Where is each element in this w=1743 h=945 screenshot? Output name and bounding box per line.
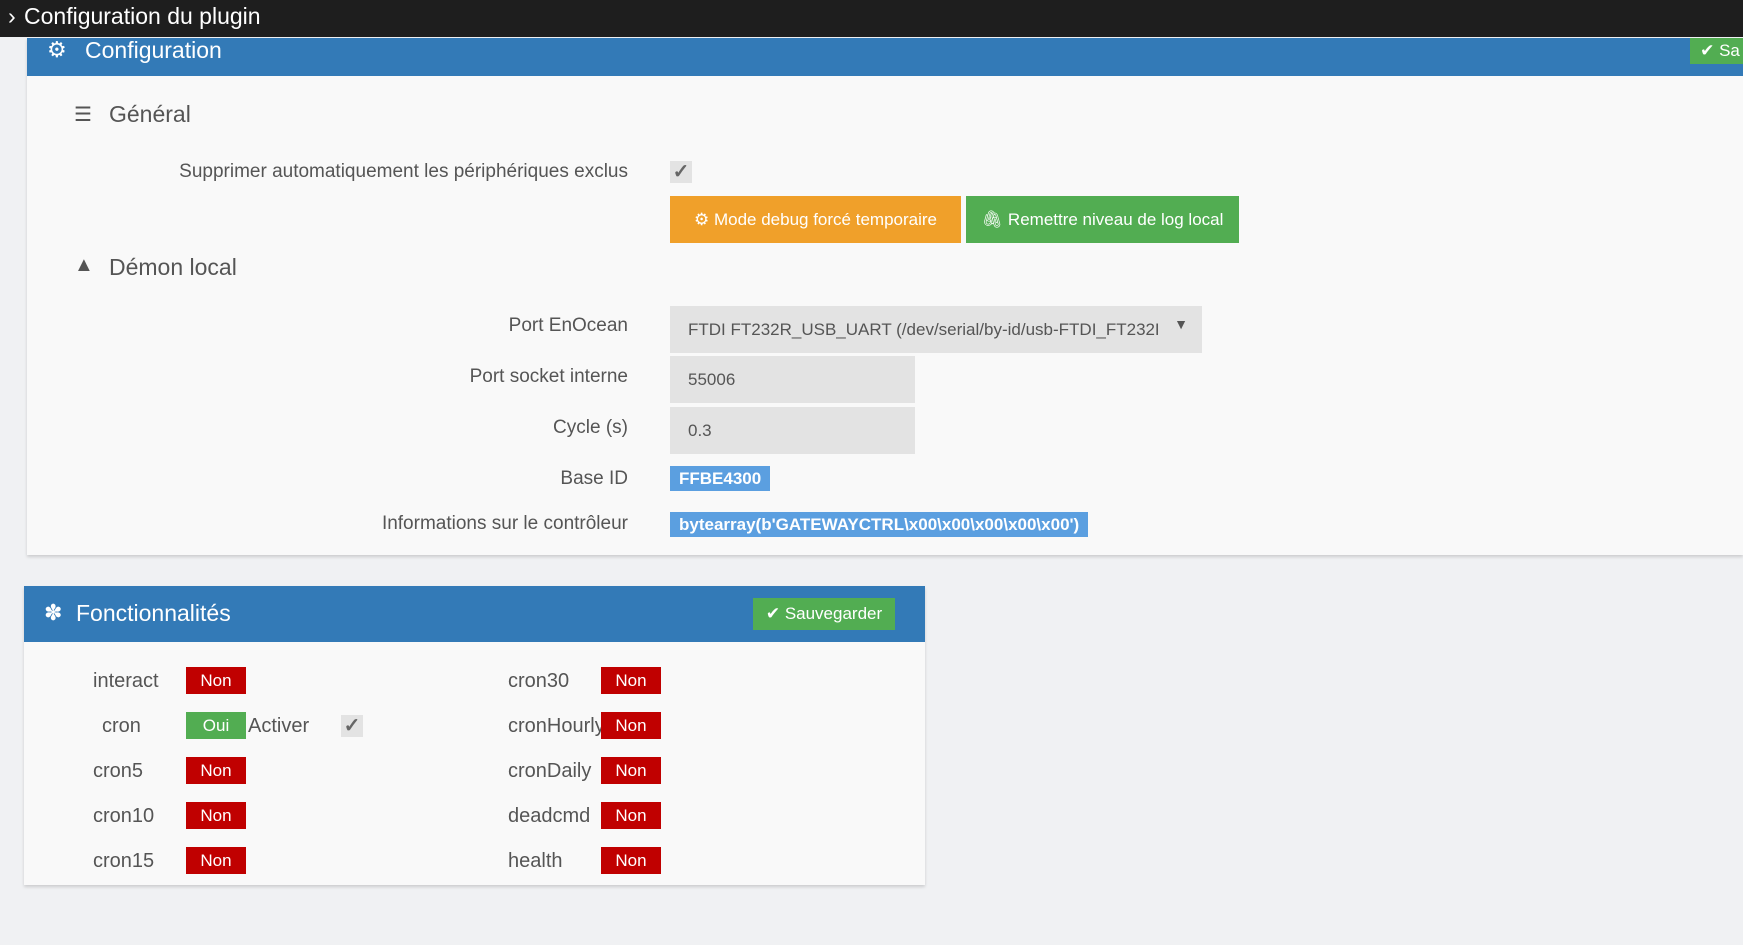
feature-label-deadcmd: deadcmd — [508, 805, 591, 827]
feature-status-badge-cronDaily: Non — [601, 757, 661, 784]
feature-status-badge-cron15: Non — [186, 847, 246, 874]
section-general-title: Général — [109, 101, 191, 127]
feature-label-cronHourly: cronHourly — [508, 715, 601, 737]
cycle-label: Cycle (s) — [553, 417, 628, 438]
base-id-label: Base ID — [560, 468, 628, 489]
auto-remove-checkbox[interactable]: ✓ — [670, 161, 692, 183]
feature-status-badge-cron: Oui — [186, 712, 246, 739]
puzzle-icon: ✽ — [44, 600, 63, 625]
feature-label-health: health — [508, 850, 563, 872]
feature-label-cron10: cron10 — [93, 805, 155, 827]
feature-label-cron: cron — [102, 715, 141, 737]
cogs-icon: ⚙ — [47, 37, 67, 62]
controller-info-value: bytearray(b'GATEWAYCTRL\x00\x00\x00\x00\… — [670, 512, 1089, 537]
feature-status-badge-cron10: Non — [186, 802, 246, 829]
feature-label-cron30: cron30 — [508, 670, 570, 692]
save-button[interactable]: ✔ Sauvegarder — [753, 598, 895, 630]
topbar-title: Configuration du plugin — [24, 3, 261, 29]
check-circle-icon: ✔ — [1700, 41, 1720, 60]
paperclip-icon: 🖇 — [981, 209, 1008, 229]
feature-status-badge-cron5: Non — [186, 757, 246, 784]
feature-status-badge-interact: Non — [186, 667, 246, 694]
daemon-icon: ▲ — [74, 254, 94, 276]
feature-status-badge-health: Non — [601, 847, 661, 874]
list-icon: ☰ — [74, 104, 92, 126]
caret-down-icon: ▼ — [1174, 316, 1188, 332]
auto-remove-label: Supprimer automatiquement les périphériq… — [179, 161, 628, 182]
plugin-config-topbar[interactable]: › Configuration du plugin — [0, 0, 1743, 37]
cogs-icon: ⚙ — [694, 209, 714, 229]
configuration-panel — [27, 38, 1743, 555]
configuration-title: Configuration — [85, 37, 222, 63]
configuration-header: ⚙ Configuration ✔ Sa — [27, 37, 1743, 76]
features-header: ✽ Fonctionnalités ✔ Sauvegarder — [24, 586, 925, 642]
feature-status-badge-cronHourly: Non — [601, 712, 661, 739]
debug-mode-button[interactable]: ⚙ Mode debug forcé temporaire — [670, 196, 961, 243]
check-circle-icon: ✔ — [765, 604, 785, 623]
port-enocean-label: Port EnOcean — [508, 315, 628, 336]
cycle-input[interactable]: 0.3 — [670, 407, 915, 454]
chevron-right-icon: › — [8, 3, 16, 29]
feature-label-cron5: cron5 — [93, 760, 144, 782]
cron-activate-label: Activer — [248, 715, 310, 737]
feature-status-badge-deadcmd: Non — [601, 802, 661, 829]
section-daemon-title: Démon local — [109, 254, 237, 280]
reset-log-button[interactable]: 🖇 Remettre niveau de log local — [966, 196, 1239, 243]
port-enocean-select[interactable]: FTDI FT232R_USB_UART (/dev/serial/by-id/… — [670, 306, 1202, 353]
feature-label-interact: interact — [93, 670, 159, 692]
feature-label-cronDaily: cronDaily — [508, 760, 592, 782]
save-button-top[interactable]: ✔ Sa — [1690, 38, 1743, 64]
base-id-value: FFBE4300 — [670, 466, 771, 491]
features-title: Fonctionnalités — [76, 600, 231, 626]
controller-info-label: Informations sur le contrôleur — [381, 513, 628, 534]
socket-port-input[interactable]: 55006 — [670, 356, 915, 403]
cron-activate-checkbox[interactable]: ✓ — [341, 715, 363, 737]
feature-status-badge-cron30: Non — [601, 667, 661, 694]
feature-label-cron15: cron15 — [93, 850, 155, 872]
socket-port-label: Port socket interne — [469, 366, 628, 387]
